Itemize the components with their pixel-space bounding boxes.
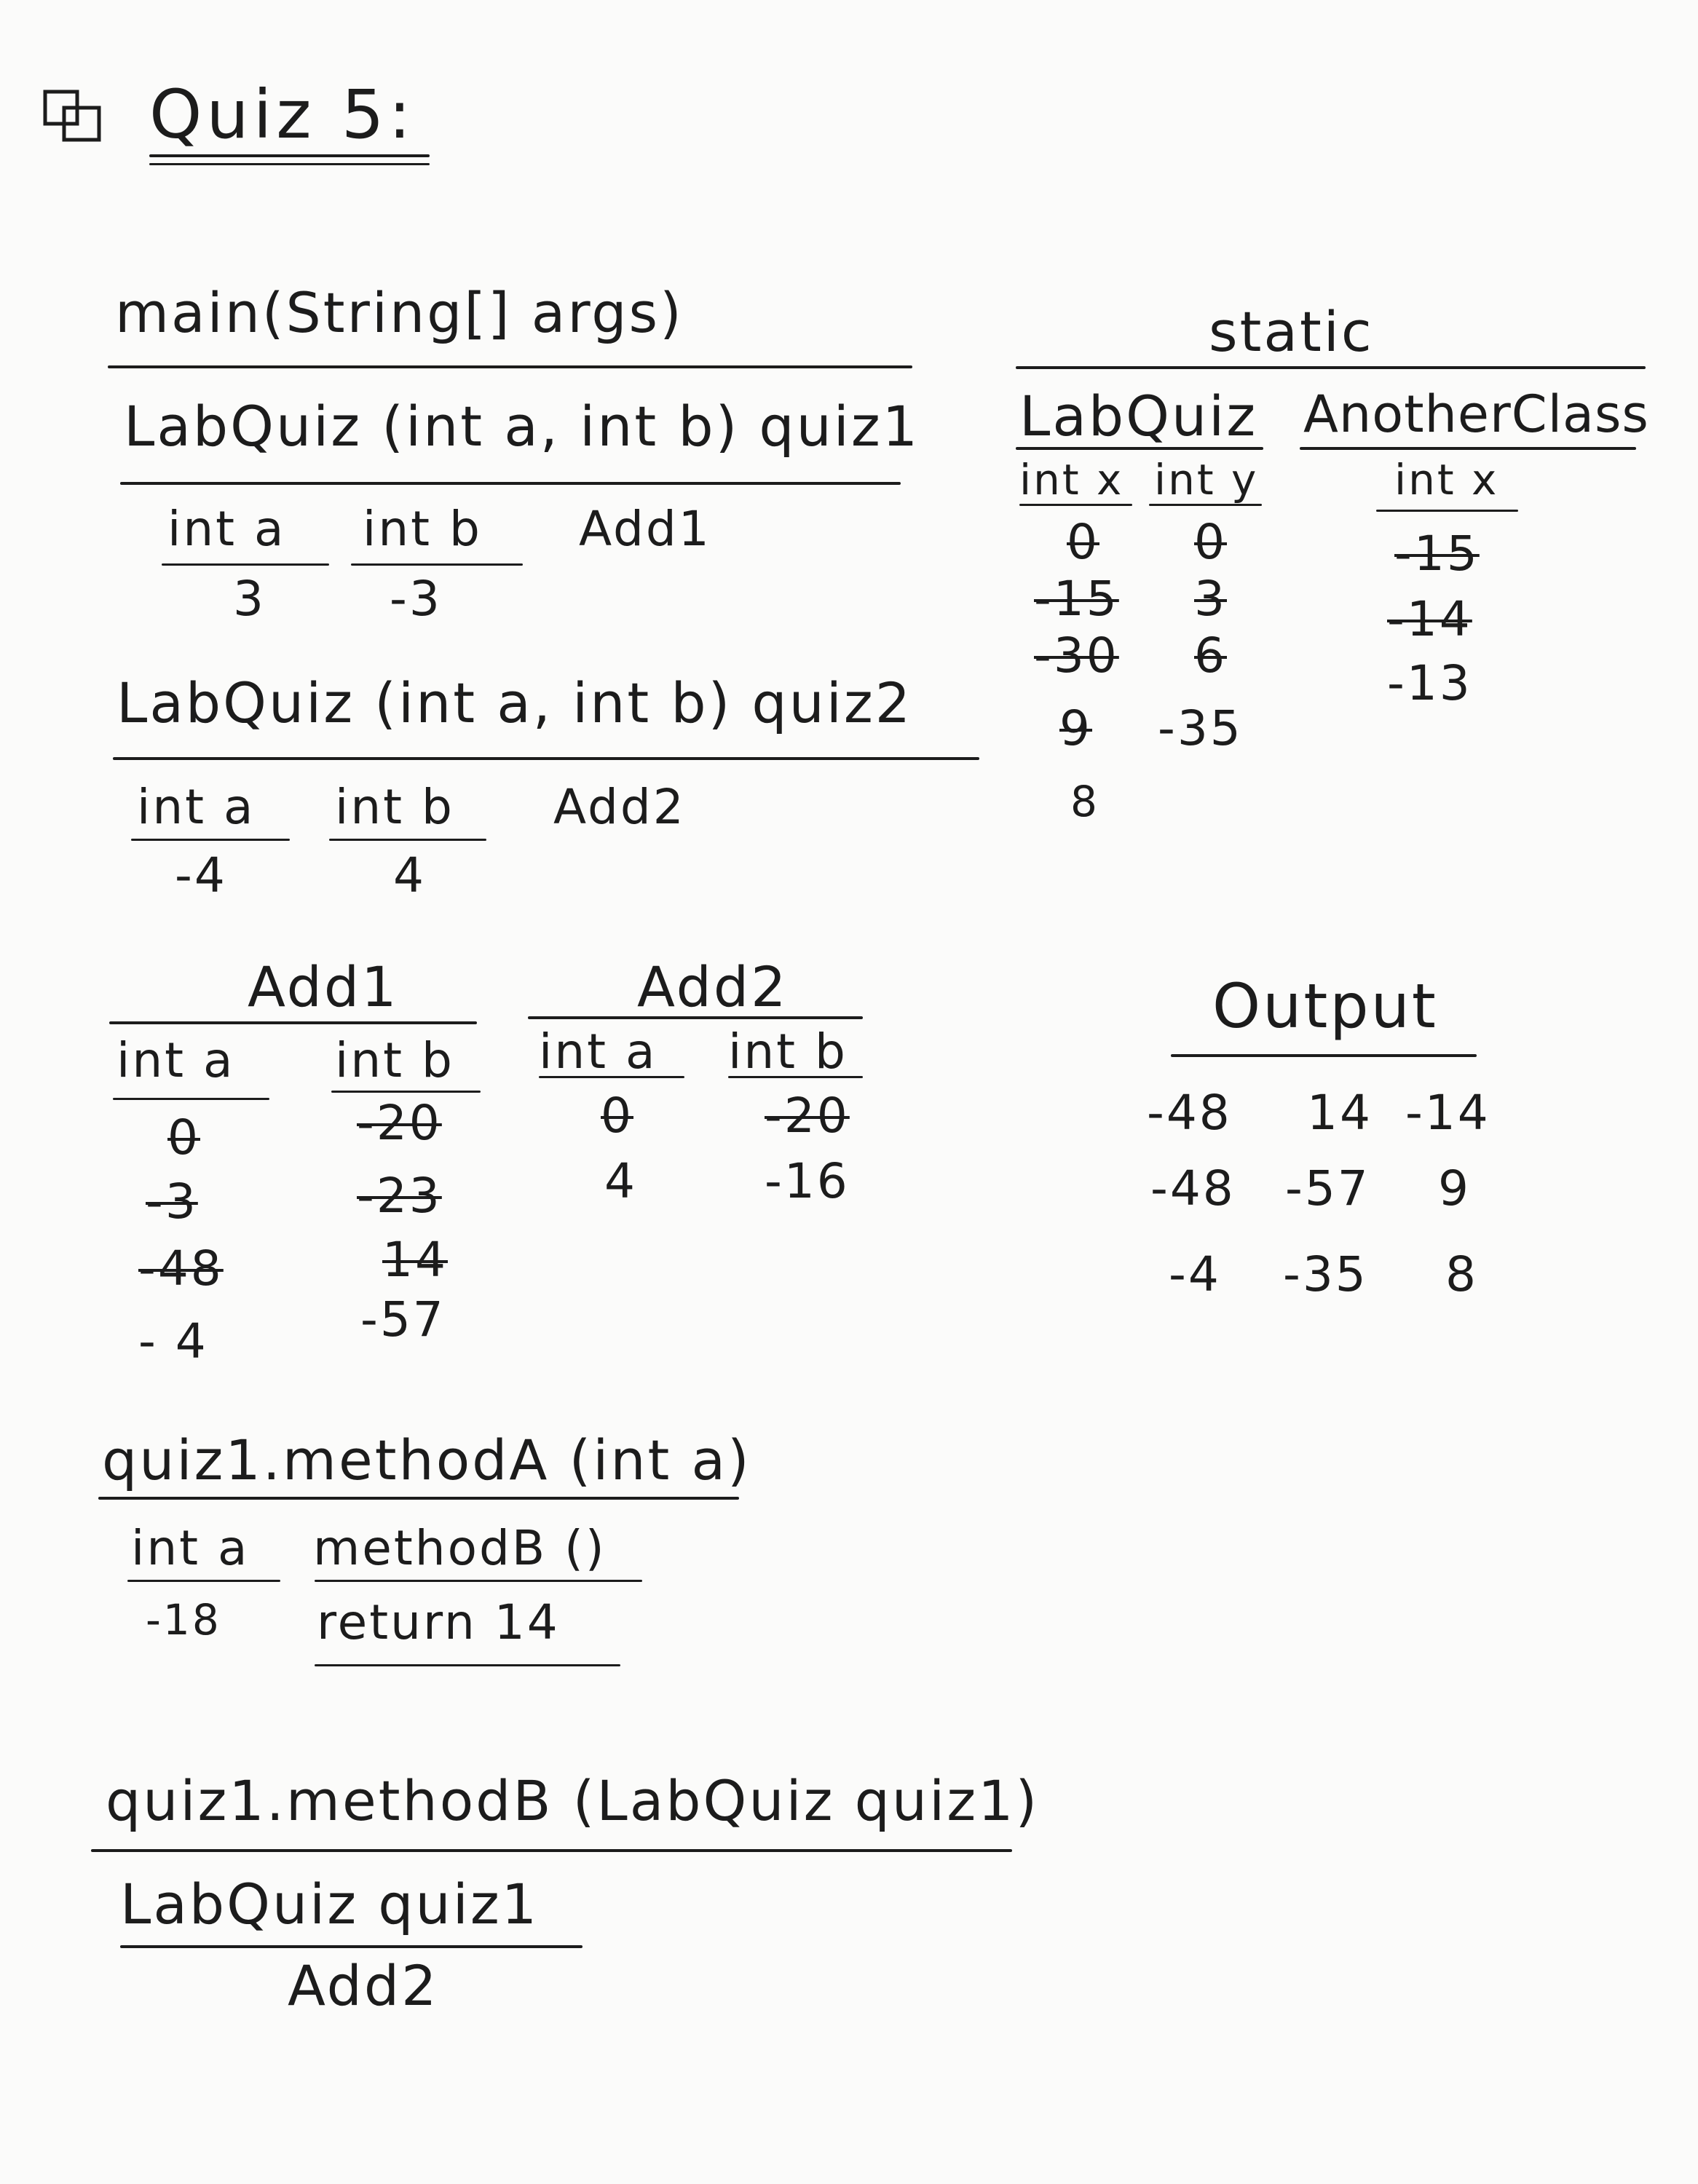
- labquiz-y-value: -35: [1158, 700, 1243, 756]
- title-underline-2: [149, 163, 430, 165]
- output-value: -48: [1147, 1085, 1232, 1141]
- anotherclass-x-value: -14: [1387, 591, 1472, 647]
- add1-col-b: int b: [335, 1032, 454, 1088]
- labquiz-x-value: 9: [1059, 700, 1092, 756]
- method-b-param: LabQuiz quiz1: [120, 1872, 540, 1936]
- add2-a-value: 0: [601, 1088, 633, 1144]
- quiz1-val-b: -3: [390, 571, 442, 627]
- quiz1-val-a: 3: [233, 571, 266, 627]
- anotherclass-x-value: -15: [1394, 526, 1480, 582]
- method-a-col-b-rule: [315, 1580, 642, 1582]
- quiz1-ref: Add1: [579, 501, 711, 557]
- method-a-col-b: methodB (): [313, 1520, 607, 1576]
- quiz2-col-a-rule: [131, 839, 290, 841]
- stack-squares-icon: [43, 90, 101, 142]
- labquiz-x-value: 0: [1067, 514, 1099, 570]
- static-labquiz-y-rule: [1149, 504, 1262, 506]
- method-b-value: Add2: [288, 1953, 439, 2018]
- page-title: Quiz 5:: [149, 76, 416, 154]
- output-value: -57: [1285, 1160, 1370, 1216]
- main-frame-rule: [108, 365, 912, 368]
- add2-title: Add2: [637, 954, 789, 1019]
- quiz1-col-a: int a: [167, 501, 286, 557]
- add2-col-a: int a: [539, 1024, 658, 1080]
- method-a-col-a: int a: [131, 1520, 250, 1576]
- quiz2-val-a: -4: [175, 847, 227, 903]
- add1-rule: [109, 1021, 477, 1024]
- add1-a-value: -48: [138, 1241, 224, 1297]
- add2-b-value: -20: [765, 1088, 850, 1144]
- add1-a-value: - 4: [138, 1313, 208, 1369]
- add2-a-value: 4: [604, 1153, 637, 1209]
- add1-b-value: -57: [360, 1291, 446, 1348]
- add1-title: Add1: [248, 954, 399, 1019]
- add1-col-a: int a: [117, 1032, 235, 1088]
- quiz2-col-b-rule: [329, 839, 486, 841]
- quiz2-col-b: int b: [335, 779, 454, 835]
- quiz2-col-a: int a: [137, 779, 256, 835]
- quiz2-val-b: 4: [393, 847, 426, 903]
- add2-col-b: int b: [728, 1024, 848, 1080]
- labquiz-x-value: -15: [1034, 571, 1119, 627]
- method-b-frame-rule: [315, 1664, 620, 1666]
- quiz1-col-a-rule: [162, 563, 329, 566]
- method-b-header: quiz1.methodB (LabQuiz quiz1): [106, 1768, 1040, 1833]
- output-value: -35: [1283, 1246, 1368, 1302]
- output-value: 9: [1438, 1160, 1471, 1216]
- add1-b-value: 14: [382, 1232, 448, 1288]
- add1-col-a-rule: [113, 1098, 269, 1100]
- add1-a-value: -3: [146, 1174, 198, 1230]
- anotherclass-x-value: -13: [1387, 655, 1472, 711]
- add2-col-a-rule: [539, 1076, 684, 1078]
- add2-col-b-rule: [728, 1076, 863, 1078]
- add1-col-b-rule: [331, 1091, 481, 1093]
- output-value: -14: [1405, 1085, 1490, 1141]
- quiz1-header: LabQuiz (int a, int b) quiz1: [124, 394, 920, 459]
- main-frame-header: main(String[] args): [115, 280, 684, 345]
- method-a-col-a-rule: [127, 1580, 280, 1582]
- method-b-rule: [91, 1849, 1012, 1852]
- labquiz-y-value: 6: [1194, 628, 1227, 684]
- static-labquiz-col-y: int y: [1154, 455, 1259, 505]
- output-value: -48: [1150, 1160, 1236, 1216]
- static-anotherclass-col-x: int x: [1394, 455, 1499, 505]
- add2-rule: [528, 1016, 863, 1019]
- quiz1-col-b: int b: [363, 501, 482, 557]
- static-anotherclass-x-rule: [1376, 510, 1518, 512]
- add2-b-value: -16: [765, 1153, 850, 1209]
- static-labquiz-rule: [1016, 447, 1263, 450]
- add1-a-value: 0: [167, 1109, 200, 1166]
- add1-b-value: -23: [357, 1168, 442, 1224]
- add1-b-value: -20: [357, 1095, 442, 1151]
- static-labquiz-col-x: int x: [1019, 455, 1124, 505]
- static-anotherclass-title: AnotherClass: [1303, 384, 1649, 444]
- output-value: 14: [1307, 1085, 1373, 1141]
- static-labquiz-x-rule: [1019, 504, 1132, 506]
- quiz2-header: LabQuiz (int a, int b) quiz2: [117, 670, 913, 735]
- method-a-b-value: return 14: [317, 1594, 560, 1650]
- labquiz-y-value: 0: [1194, 514, 1227, 570]
- method-a-a-value: -18: [146, 1595, 221, 1645]
- static-header: static: [1209, 299, 1374, 364]
- labquiz-y-value: 3: [1194, 571, 1227, 627]
- quiz1-col-b-rule: [351, 563, 523, 566]
- labquiz-x-value: 8: [1070, 777, 1099, 826]
- output-value: -4: [1169, 1246, 1221, 1302]
- static-labquiz-title: LabQuiz: [1019, 384, 1258, 448]
- quiz2-rule: [113, 757, 979, 760]
- method-a-header: quiz1.methodA (int a): [102, 1428, 751, 1492]
- static-rule: [1016, 366, 1646, 369]
- quiz2-ref: Add2: [553, 779, 686, 835]
- static-anotherclass-rule: [1300, 447, 1636, 450]
- method-b-param-rule: [120, 1945, 583, 1948]
- title-underline: [149, 154, 430, 157]
- labquiz-x-value: -30: [1034, 628, 1119, 684]
- quiz1-rule: [120, 482, 901, 485]
- output-title: Output: [1212, 970, 1438, 1042]
- output-rule: [1171, 1054, 1477, 1057]
- output-value: 8: [1445, 1246, 1478, 1302]
- method-a-rule: [98, 1497, 739, 1500]
